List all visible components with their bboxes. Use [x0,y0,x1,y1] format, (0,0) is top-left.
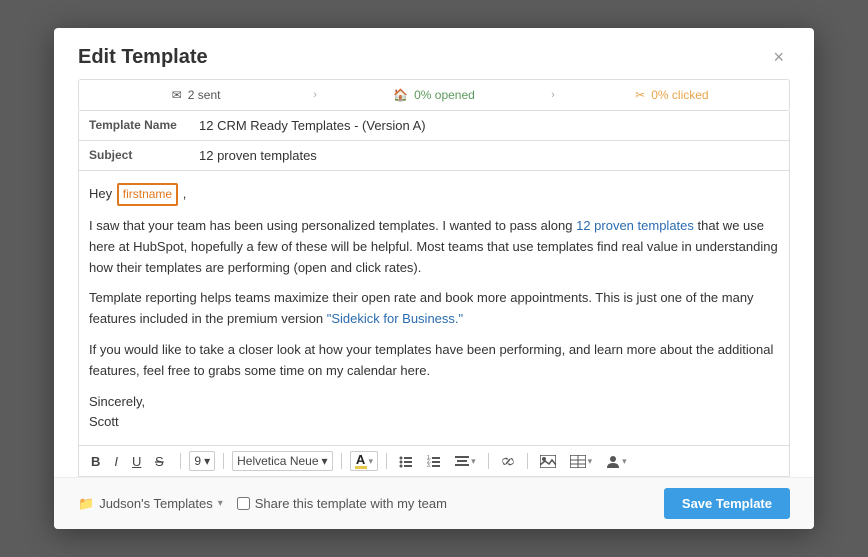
toolbar-separator-6 [527,453,528,469]
link-button[interactable] [497,453,519,470]
font-color-button[interactable]: A ▾ [350,451,379,471]
folder-dropdown-arrow: ▾ [218,498,223,509]
folder-name: Judson's Templates [99,496,213,511]
template-name-value: 12 CRM Ready Templates - (Version A) [199,118,426,133]
unordered-list-icon [399,455,413,468]
stat-sent: ✉ 2 sent [79,80,313,110]
image-icon [540,455,556,468]
email-body[interactable]: Hey firstname , I saw that your team has… [78,171,790,446]
click-icon: ✂ [635,88,645,102]
ordered-list-button[interactable]: 1. 2. 3. [423,453,445,470]
font-size-arrow: ▾ [204,454,210,468]
color-a-letter: A [356,453,365,466]
modal-body: ✉ 2 sent › 🏠 0% opened › ✂ 0% clicked Te… [54,79,814,477]
person-button[interactable]: ▾ [602,453,631,470]
person-arrow: ▾ [622,456,627,467]
font-family-selector[interactable]: Helvetica Neue ▾ [232,451,332,471]
email-signature: Sincerely, Scott [89,392,779,434]
para2-link[interactable]: "Sidekick for Business." [327,311,463,326]
italic-button[interactable]: I [110,452,122,471]
color-underline-bar [355,466,367,469]
color-arrow: ▾ [369,456,374,467]
person-icon [606,455,620,468]
align-icon [455,455,469,468]
underline-button[interactable]: U [128,452,145,471]
close-button[interactable]: × [767,46,790,68]
formatting-toolbar: B I U S 9 ▾ Helvetica Neue ▾ [78,446,790,477]
template-name-label: Template Name [89,118,199,132]
toolbar-separator-2 [223,453,224,469]
align-arrow: ▾ [471,456,476,467]
toolbar-separator-3 [341,453,342,469]
share-checkbox-input[interactable] [237,497,250,510]
color-a-display: A [355,453,367,469]
edit-template-modal: Edit Template × ✉ 2 sent › 🏠 0% opened ›… [54,28,814,529]
email-para-2: Template reporting helps teams maximize … [89,288,779,330]
modal-overlay: Edit Template × ✉ 2 sent › 🏠 0% opened ›… [0,0,868,557]
svg-text:S: S [155,455,164,468]
stat-opened: 🏠 0% opened [317,80,551,110]
unordered-list-button[interactable] [395,453,417,470]
envelope-icon: ✉ [172,88,182,102]
strikethrough-button[interactable]: S [151,453,172,470]
email-para-3: If you would like to take a closer look … [89,340,779,382]
footer-left: 📁 Judson's Templates ▾ Share this templa… [78,496,447,512]
toolbar-separator-4 [386,453,387,469]
svg-text:3.: 3. [427,463,431,468]
para1-text: I saw that your team has been using pers… [89,218,572,233]
email-greeting: Hey firstname , [89,183,779,206]
firstname-tag: firstname [117,183,178,206]
strikethrough-icon: S [155,455,168,468]
email-para-1: I saw that your team has been using pers… [89,216,779,278]
greeting-comma: , [183,186,187,201]
table-button[interactable]: ▾ [566,453,597,470]
ordered-list-icon: 1. 2. 3. [427,455,441,468]
subject-row: Subject 12 proven templates [78,141,790,171]
share-checkbox-label[interactable]: Share this template with my team [237,496,447,511]
toolbar-separator-1 [180,453,181,469]
para1-link[interactable]: 12 proven templates [576,218,694,233]
hey-text: Hey [89,186,112,201]
align-button[interactable]: ▾ [451,453,480,470]
open-icon: 🏠 [393,88,408,102]
font-size-selector[interactable]: 9 ▾ [189,451,215,471]
stats-bar: ✉ 2 sent › 🏠 0% opened › ✂ 0% clicked [78,79,790,111]
table-arrow: ▾ [588,456,593,467]
sign-name: Scott [89,414,119,429]
image-button[interactable] [536,453,560,470]
sincerely-text: Sincerely, [89,394,145,409]
stat-clicked: ✂ 0% clicked [555,80,789,110]
font-family-value: Helvetica Neue [237,454,318,468]
share-label-text: Share this template with my team [255,496,447,511]
link-icon [501,455,515,468]
stat-clicked-value: 0% clicked [651,88,708,102]
stat-sent-value: 2 sent [188,88,221,102]
subject-value: 12 proven templates [199,148,317,163]
font-size-value: 9 [194,454,201,468]
folder-icon: 📁 [78,496,94,512]
subject-label: Subject [89,148,199,162]
toolbar-separator-5 [488,453,489,469]
folder-selector[interactable]: 📁 Judson's Templates ▾ [78,496,223,512]
save-template-button[interactable]: Save Template [664,488,790,519]
modal-header: Edit Template × [54,28,814,79]
bold-button[interactable]: B [87,452,104,471]
modal-title: Edit Template [78,46,208,69]
modal-footer: 📁 Judson's Templates ▾ Share this templa… [54,477,814,529]
font-family-arrow: ▾ [322,454,328,468]
stat-opened-value: 0% opened [414,88,475,102]
template-name-row: Template Name 12 CRM Ready Templates - (… [78,111,790,141]
table-icon [570,455,586,468]
